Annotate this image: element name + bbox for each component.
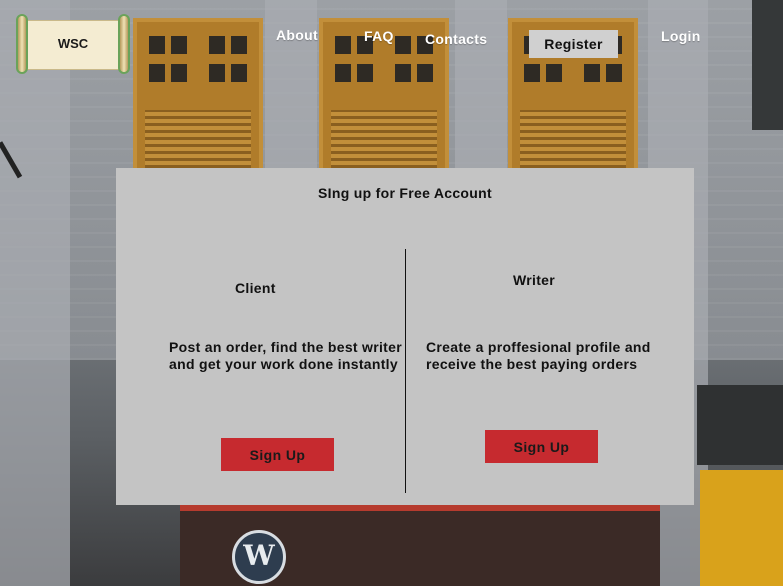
writer-description: Create a proffesional profile and receiv… <box>426 339 651 373</box>
nav-faq-link[interactable]: FAQ <box>364 28 394 44</box>
register-button[interactable]: Register <box>529 30 618 58</box>
shop-sign <box>752 0 783 130</box>
signup-modal: SIng up for Free Account Client Post an … <box>116 168 694 505</box>
writer-description-line: Create a proffesional profile and <box>426 339 651 355</box>
modal-title: SIng up for Free Account <box>318 185 492 201</box>
nav-login-link[interactable]: Login <box>661 28 701 44</box>
writer-description-line: receive the best paying orders <box>426 356 638 372</box>
client-title: Client <box>235 280 276 296</box>
client-signup-button[interactable]: Sign Up <box>221 438 334 471</box>
nav-about-link[interactable]: About <box>276 27 318 43</box>
writer-title: Writer <box>513 272 555 288</box>
client-description-line: and get your work done instantly <box>169 356 398 372</box>
site-logo[interactable]: WSC <box>14 12 132 74</box>
client-description: Post an order, find the best writer and … <box>169 339 402 373</box>
shop-sign <box>697 385 783 465</box>
shuttered-window <box>133 18 263 173</box>
client-description-line: Post an order, find the best writer <box>169 339 402 355</box>
column-divider <box>405 249 406 493</box>
logo-text: WSC <box>57 36 89 51</box>
nav-contacts-link[interactable]: Contacts <box>425 31 487 47</box>
yellow-sign <box>700 470 783 586</box>
pillar <box>0 0 70 586</box>
writer-signup-button[interactable]: Sign Up <box>485 430 598 463</box>
w-logo-icon: W <box>232 530 286 584</box>
